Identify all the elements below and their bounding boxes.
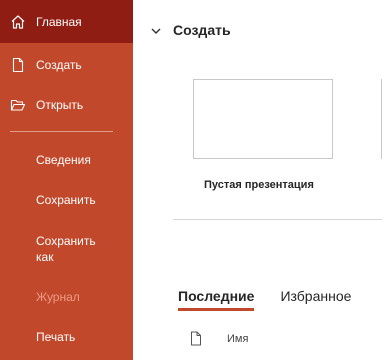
new-document-icon [10,57,26,73]
sidebar-item-new[interactable]: Создать [0,55,133,75]
sidebar-item-label: Открыть [36,98,84,112]
section-title: Создать [173,22,231,38]
column-header-name[interactable]: Имя [227,333,248,345]
tab-recent[interactable]: Последние [178,288,255,311]
template-caption: Пустая презентация [204,179,314,191]
sidebar-item-home[interactable]: Главная [0,0,133,43]
main-pane: Создать Пустая презентация Последние Изб… [133,0,382,360]
sidebar-item-save-as[interactable]: Сохранить как [0,233,133,265]
sidebar-item-print[interactable]: Печать [0,329,133,345]
sidebar-divider [10,131,113,132]
home-icon [10,14,26,30]
file-tabs: Последние Избранное [178,288,377,311]
sidebar-item-info[interactable]: Сведения [0,152,133,168]
section-divider [173,219,382,220]
sidebar-item-open[interactable]: Открыть [0,95,133,115]
sidebar-item-label: Создать [36,58,82,72]
backstage-sidebar: Главная Создать Открыть Сведения Сохрани… [0,0,133,360]
sidebar-item-label: Журнал [36,290,80,304]
sidebar-item-label: Сохранить как [36,234,96,264]
sidebar-item-label: Печать [36,330,76,344]
blank-presentation-thumbnail[interactable] [193,79,333,159]
sidebar-item-label: Сведения [36,153,91,167]
sidebar-item-label: Главная [36,14,82,29]
tab-favorites[interactable]: Избранное [280,288,351,309]
sidebar-item-label: Сохранить [36,193,96,207]
sidebar-item-save[interactable]: Сохранить [0,192,133,208]
sidebar-item-history: Журнал [0,289,133,305]
file-icon [190,331,202,346]
open-folder-icon [10,97,26,113]
chevron-down-icon [150,24,162,36]
new-section-header[interactable]: Создать [150,22,231,38]
file-list-header: Имя [190,331,248,346]
